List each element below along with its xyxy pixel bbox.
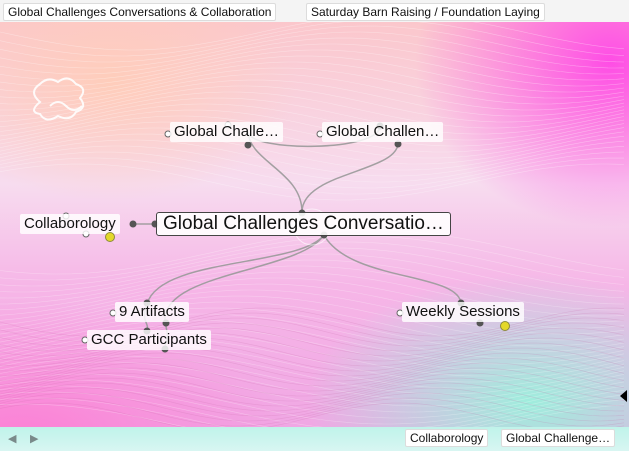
tab-global-challenges[interactable]: Global Challenges Conversations & Collab… [3, 3, 277, 21]
forward-arrow-icon[interactable]: ▶ [30, 432, 38, 445]
panel-toggle-icon[interactable] [620, 390, 627, 402]
node-global-challenges-left[interactable]: Global Challe… [170, 122, 284, 142]
cloud-logo-icon [33, 77, 85, 121]
note-badge-icon[interactable] [105, 232, 115, 242]
back-arrow-icon[interactable]: ◀ [8, 432, 16, 445]
node-weekly-sessions[interactable]: Weekly Sessions [402, 302, 524, 322]
link-central-weekly [323, 234, 462, 305]
note-badge-icon[interactable] [500, 321, 510, 331]
node-9-artifacts[interactable]: 9 Artifacts [115, 302, 189, 322]
node-central-topic[interactable]: Global Challenges Conversatio… [156, 212, 451, 236]
node-gcc-participants[interactable]: GCC Participants [87, 330, 211, 350]
link-central-artifacts [146, 234, 325, 305]
connector-dot [129, 220, 137, 228]
node-global-challenges-right[interactable]: Global Challen… [322, 122, 444, 142]
history-crumb-global-challenges[interactable]: Global Challenge… [501, 429, 616, 447]
connector-dot [244, 141, 252, 149]
link-central-topright [301, 141, 399, 213]
history-crumb-collaborology[interactable]: Collaborology [405, 429, 489, 447]
node-collaborology[interactable]: Collaborology [20, 214, 120, 234]
tab-bar: Global Challenges Conversations & Collab… [0, 0, 629, 22]
tab-barn-raising[interactable]: Saturday Barn Raising / Foundation Layin… [306, 3, 545, 21]
map-canvas[interactable]: Global Challe… Global Challen… Collaboro… [0, 22, 629, 427]
